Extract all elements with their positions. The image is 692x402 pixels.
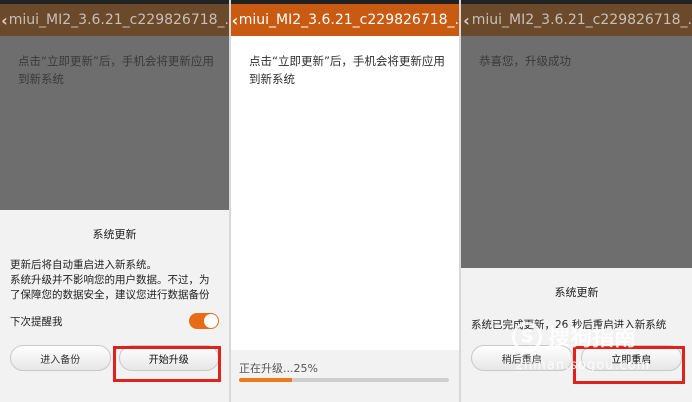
chevron-left-icon[interactable]: ‹ [231, 11, 239, 30]
title-bar: ‹ miui_MI2_3.6.21_c229826718_. [461, 4, 692, 36]
update-dialog: 系统更新 更新后将自动重启进入新系统。 系统升级并不影响您的用户数据。不过，为了… [0, 210, 229, 402]
title-bar: ‹ miui_MI2_3.6.21_c229826718_. [0, 4, 229, 36]
progress-label: 正在升级...25% [239, 362, 318, 375]
screen-upgrading: ‹ miui_MI2_3.6.21_c229826718_. 点击“立即更新”后… [231, 0, 459, 402]
remind-label: 下次提醒我 [10, 315, 63, 328]
restart-later-button[interactable]: 稍后重启 [471, 345, 573, 371]
progress-fill [239, 378, 292, 382]
screen-upgrade-success: ‹ miui_MI2_3.6.21_c229826718_. 恭喜您，升级成功 … [461, 0, 692, 402]
restart-now-button[interactable]: 立即重启 [580, 345, 682, 371]
dialog-buttons: 稍后重启 立即重启 [471, 345, 682, 371]
progress-section: 正在升级...25% [231, 350, 459, 402]
success-message: 恭喜您，升级成功 [479, 54, 571, 68]
title-bar: ‹ miui_MI2_3.6.21_c229826718_. [231, 4, 459, 36]
update-hint: 点击“立即更新”后，手机会将更新应用到新系统 [249, 54, 445, 86]
dialog-buttons: 进入备份 开始升级 [10, 345, 219, 371]
remind-row: 下次提醒我 [10, 313, 219, 329]
package-title: miui_MI2_3.6.21_c229826718_. [238, 12, 459, 28]
progress-bar [239, 378, 449, 382]
dialog-message: 更新后将自动重启进入新系统。 系统升级并不影响您的用户数据。不过，为了保障您的数… [10, 259, 210, 301]
update-hint: 点击“立即更新”后，手机会将更新应用到新系统 [18, 54, 214, 86]
dialog-message: 系统已完成更新，26 秒后重启进入新系统 [471, 319, 667, 331]
screen-upgrade-confirm: ‹ miui_MI2_3.6.21_c229826718_. 点击“立即更新”后… [0, 0, 229, 402]
chevron-left-icon[interactable]: ‹ [0, 11, 9, 30]
start-upgrade-button[interactable]: 开始升级 [118, 345, 219, 371]
dialog-title: 系统更新 [554, 286, 599, 299]
chevron-left-icon[interactable]: ‹ [461, 11, 472, 30]
dialog-title: 系统更新 [92, 228, 137, 241]
remind-toggle[interactable] [189, 313, 219, 329]
toggle-knob [204, 314, 218, 328]
restart-dialog: 系统更新 系统已完成更新，26 秒后重启进入新系统 稍后重启 立即重启 [461, 268, 692, 402]
backup-button[interactable]: 进入备份 [10, 345, 111, 371]
package-title: miui_MI2_3.6.21_c229826718_. [8, 12, 229, 28]
package-title: miui_MI2_3.6.21_c229826718_. [471, 12, 692, 28]
